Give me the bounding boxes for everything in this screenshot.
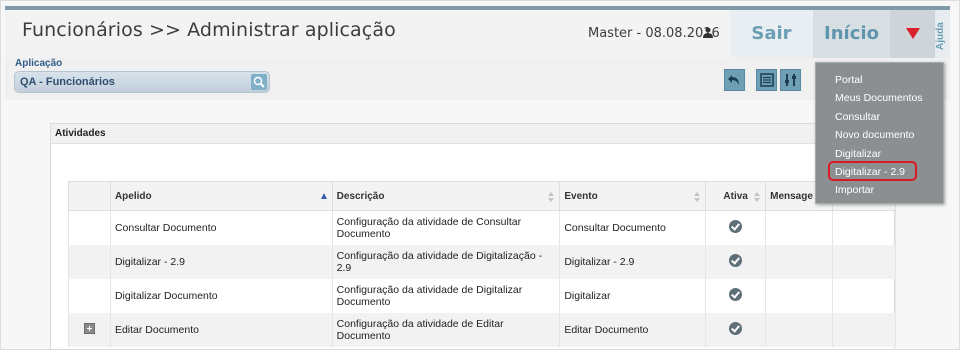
app-select-value: QA - Funcionários — [20, 76, 115, 88]
sort-asc-icon — [320, 193, 327, 199]
list-icon — [760, 73, 774, 87]
table-row[interactable]: Digitalizar - 2.9 Configuração da ativida… — [68, 244, 896, 279]
menu-item-novo-documento[interactable]: Novo documento — [835, 129, 914, 141]
column-label-evento: Evento — [564, 190, 598, 202]
sort-icon — [754, 192, 761, 202]
cell-mensagem — [765, 312, 834, 347]
row-expand-cell — [68, 244, 111, 279]
cell-ativa — [705, 312, 767, 347]
cell-descricao: Configuração da atividade de Digitalizar… — [331, 278, 561, 313]
table-row[interactable]: Editar Documento Configuração da atividad… — [68, 312, 896, 347]
settings-icon — [785, 74, 796, 86]
column-header-evento[interactable]: Evento — [559, 181, 707, 211]
user-info: Master - 08.08.2016 — [588, 26, 720, 41]
page-title: Funcionários >> Administrar aplicação — [22, 19, 396, 41]
menu-item-digitalizar-2-9[interactable]: Digitalizar - 2.9 — [835, 166, 905, 178]
column-label-ativa: Ativa — [723, 190, 748, 202]
column-header-descricao[interactable]: Descrição — [331, 181, 561, 211]
table-row[interactable]: Consultar Documento Configuração da ativi… — [68, 210, 896, 245]
menu-item-consultar[interactable]: Consultar — [835, 111, 880, 123]
user-icon — [703, 27, 713, 38]
row-expand-cell — [68, 278, 111, 313]
cell-apelido: Digitalizar Documento — [109, 278, 333, 313]
cell-evento: Consultar Documento — [559, 210, 707, 245]
app-select[interactable]: QA - Funcionários — [14, 71, 270, 93]
menu-item-digitalizar[interactable]: Digitalizar — [835, 148, 881, 160]
column-header-ativa[interactable]: Ativa — [705, 181, 767, 211]
cell-extra — [832, 312, 896, 347]
sair-button[interactable]: Sair — [730, 10, 813, 58]
cell-apelido: Digitalizar - 2.9 — [109, 244, 333, 279]
column-label-descricao: Descrição — [336, 190, 385, 202]
search-icon — [253, 76, 265, 88]
cell-evento: Editar Documento — [559, 312, 707, 347]
menu-item-importar[interactable]: Importar — [835, 184, 874, 196]
activities-table: Apelido Descrição Evento Ativa Mensage C… — [68, 181, 896, 347]
search-button[interactable] — [251, 74, 267, 90]
triangle-down-icon — [906, 28, 920, 39]
cell-mensagem — [765, 278, 834, 313]
undo-icon — [728, 75, 739, 85]
check-circle-icon — [729, 287, 743, 301]
expand-plus-icon[interactable] — [83, 322, 95, 334]
table-header-row: Apelido Descrição Evento Ativa Mensage — [68, 181, 896, 211]
check-circle-icon — [729, 219, 743, 233]
list-button[interactable] — [756, 69, 777, 91]
check-circle-icon — [729, 321, 743, 335]
cell-ativa — [705, 210, 767, 245]
sort-icon — [694, 192, 701, 202]
column-label-apelido: Apelido — [114, 190, 152, 202]
cell-apelido: Editar Documento — [109, 312, 333, 347]
menu-item-portal[interactable]: Portal — [835, 74, 862, 86]
cell-ativa — [705, 244, 767, 279]
table-row[interactable]: Digitalizar Documento Configuração da ati… — [68, 278, 896, 313]
cell-descricao: Configuração da atividade de Digitalizaç… — [331, 244, 561, 279]
row-expand-cell — [68, 312, 111, 347]
column-header-apelido[interactable]: Apelido — [109, 181, 333, 211]
column-label-mensagem: Mensage — [770, 190, 813, 202]
ajuda-label: Ajuda — [935, 22, 946, 50]
settings-button[interactable] — [780, 69, 801, 91]
cell-extra — [832, 244, 896, 279]
cell-mensagem — [765, 210, 834, 245]
cell-evento: Digitalizar — [559, 278, 707, 313]
ajuda-tab[interactable]: Ajuda — [934, 10, 950, 58]
dropdown-menu: Portal Meus Documentos Consultar Novo do… — [815, 62, 944, 204]
check-circle-icon — [729, 253, 743, 267]
column-header-expand — [68, 181, 111, 211]
panel-header: Atividades — [51, 124, 894, 144]
cell-mensagem — [765, 244, 834, 279]
cell-ativa — [705, 278, 767, 313]
app-label: Aplicação — [15, 58, 63, 69]
menu-item-meus-documentos[interactable]: Meus Documentos — [835, 92, 923, 104]
cell-evento: Digitalizar - 2.9 — [559, 244, 707, 279]
cell-apelido: Consultar Documento — [109, 210, 333, 245]
cell-descricao: Configuração da atividade de Consultar D… — [331, 210, 561, 245]
row-expand-cell — [68, 210, 111, 245]
cell-extra — [832, 278, 896, 313]
inicio-button[interactable]: Início — [813, 10, 890, 58]
cell-extra — [832, 210, 896, 245]
undo-button[interactable] — [724, 69, 745, 91]
cell-descricao: Configuração da atividade de Editar Docu… — [331, 312, 561, 347]
dropdown-button[interactable] — [890, 10, 934, 58]
panel-title: Atividades — [55, 128, 106, 139]
sort-icon — [548, 192, 555, 202]
